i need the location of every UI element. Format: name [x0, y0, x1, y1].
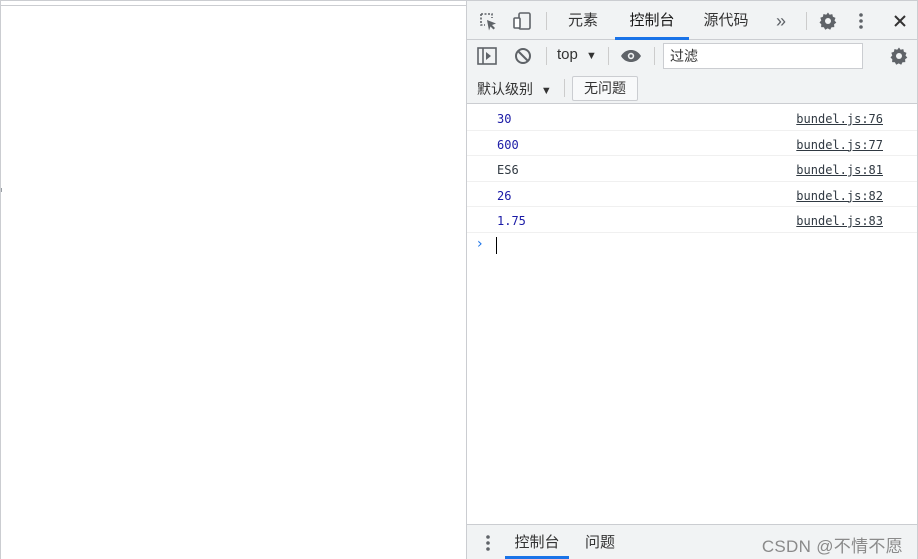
drawer-tab-console[interactable]: 控制台 — [505, 525, 569, 559]
dropdown-arrow-icon: ▼ — [586, 50, 597, 62]
issues-button[interactable]: 无问题 — [572, 76, 638, 101]
source-link[interactable]: bundel.js:83 — [796, 214, 883, 228]
tabbar-separator — [806, 12, 807, 30]
devtools-tabbar: 元素 控制台 源代码 » — [467, 0, 917, 40]
devtools-drawer: 控制台 问题 CSDN @不情不愿 — [467, 524, 917, 559]
inspected-page — [0, 0, 467, 559]
console-settings-icon[interactable] — [888, 45, 910, 67]
console-message: 30 bundel.js:76 — [467, 105, 917, 131]
console-message: 1.75 bundel.js:83 — [467, 207, 917, 233]
source-link[interactable]: bundel.js:77 — [796, 138, 883, 152]
dropdown-arrow-icon: ▼ — [540, 85, 552, 97]
chevron-prompt-icon: › — [477, 235, 483, 252]
message-value: 26 — [497, 188, 512, 203]
toolbar-separator — [654, 47, 655, 65]
console-prompt[interactable]: › — [467, 233, 917, 257]
message-value: ES6 — [497, 163, 519, 177]
context-selector[interactable]: top ▼ — [557, 46, 597, 63]
console-message: 600 bundel.js:77 — [467, 131, 917, 156]
toolbar-separator — [608, 47, 609, 65]
watermark: CSDN @不情不愿 — [761, 537, 903, 556]
filter-input[interactable] — [663, 43, 863, 69]
page-edge-mark — [1, 188, 2, 192]
message-value: 30 — [497, 112, 512, 126]
message-value: 600 — [497, 137, 519, 152]
toolbar-separator — [546, 47, 547, 65]
inspect-icon[interactable] — [477, 10, 499, 32]
console-toolbar: top ▼ — [467, 40, 917, 72]
drawer-menu-icon[interactable] — [481, 533, 495, 553]
tabbar-separator — [546, 12, 547, 30]
close-icon[interactable] — [890, 11, 910, 31]
console-message: ES6 bundel.js:81 — [467, 156, 917, 182]
source-link[interactable]: bundel.js:81 — [796, 163, 883, 177]
console-message: 26 bundel.js:82 — [467, 182, 917, 207]
context-value: top — [557, 46, 578, 63]
device-toggle-icon[interactable] — [511, 10, 533, 32]
clear-console-icon[interactable] — [513, 46, 533, 66]
log-level-selector[interactable]: 默认级别 ▼ — [477, 79, 552, 99]
log-level-value: 默认级别 — [477, 81, 533, 97]
toolbar-separator — [564, 79, 565, 97]
sidebar-toggle-icon[interactable] — [477, 46, 497, 66]
tab-sources[interactable]: 源代码 — [693, 1, 759, 39]
message-value: 1.75 — [497, 214, 526, 228]
settings-icon[interactable] — [817, 10, 839, 32]
text-caret — [496, 236, 497, 254]
devtools-panel: 元素 控制台 源代码 » top ▼ 过滤 默认级别 ▼ 无问题 30 bund… — [466, 0, 918, 559]
console-output: 30 bundel.js:76 600 bundel.js:77 ES6 bun… — [467, 105, 917, 257]
eye-icon[interactable] — [619, 46, 643, 66]
kebab-menu-icon[interactable] — [854, 10, 868, 32]
source-link[interactable]: bundel.js:82 — [796, 189, 883, 203]
tab-console[interactable]: 控制台 — [615, 1, 689, 40]
console-toolbar-secondary: 默认级别 ▼ 无问题 — [467, 72, 917, 104]
drawer-tab-issues[interactable]: 问题 — [577, 525, 623, 559]
more-tabs-button[interactable]: » — [767, 1, 795, 39]
page-top-border — [1, 5, 467, 6]
tab-elements[interactable]: 元素 — [555, 1, 611, 39]
source-link[interactable]: bundel.js:76 — [796, 112, 883, 126]
